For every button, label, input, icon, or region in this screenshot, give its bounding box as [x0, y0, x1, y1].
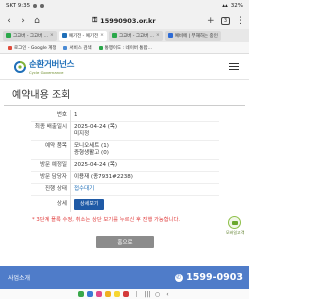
bookmark-icon — [98, 45, 103, 50]
forward-icon[interactable]: › — [19, 16, 27, 26]
browser-tab-active[interactable]: 예기전 - 예기전 × — [58, 30, 107, 41]
bookmark-label: 로그인 - Google 계정 — [14, 45, 57, 51]
status-badge: 접수대기 — [74, 186, 95, 192]
bookmark-item[interactable]: 로그인 - Google 계정 — [8, 45, 56, 51]
view-details-button[interactable]: 상세보기 — [74, 199, 105, 210]
chrome-app-icon[interactable] — [105, 291, 111, 297]
chat-icon — [227, 216, 241, 229]
tab-label: 예기전 - 예기전 — [68, 33, 99, 39]
row-key: 진행 상태 — [30, 183, 71, 196]
messages-app-icon[interactable] — [87, 291, 93, 297]
row-key: 번호 — [30, 110, 71, 122]
home-button[interactable]: 홈으로 — [96, 236, 154, 248]
hamburger-menu-icon[interactable] — [229, 62, 239, 71]
site-logo[interactable]: 순환거버넌스 Cycle Governance — [14, 58, 74, 75]
status-bar: SKT 9:35 ▴▴ 32% — [0, 0, 249, 12]
reservation-details-table: 번호 1 최종 배출일시 2025-04-24 (목) 미지정 예약 품목 모니… — [30, 110, 219, 212]
site-header: 순환거버넌스 Cycle Governance — [0, 54, 249, 80]
row-key: 최종 배출일시 — [30, 121, 71, 141]
back-nav-icon[interactable]: ‹ — [164, 291, 171, 298]
table-row: 상세 상세보기 — [30, 195, 219, 212]
bookmark-label: 서비스 검색 — [69, 45, 92, 51]
lock-icon: ⚿ — [92, 16, 98, 24]
battery-level: 32% — [230, 3, 243, 9]
row-value: 2025-04-24 (목) 미지정 — [74, 124, 118, 137]
tab-label: 그고버 - 그고버 ... — [13, 33, 49, 39]
favicon-icon — [6, 33, 11, 38]
add-tab-icon[interactable]: + — [207, 16, 215, 26]
favicon-icon — [167, 33, 173, 38]
status-time: SKT 9:35 — [6, 3, 31, 9]
address-bar[interactable]: ⚿ 15990903.or.kr — [47, 16, 201, 25]
browser-tab[interactable]: 그고버 - 그고버 ... × — [108, 30, 163, 41]
divider — [136, 291, 137, 297]
footer-link[interactable]: 사업소개 — [8, 273, 30, 282]
home-nav-icon[interactable]: ○ — [154, 291, 161, 298]
browser-tab[interactable]: 예비에 | 부재하는 중인 — [164, 30, 221, 41]
kakao-app-icon[interactable] — [114, 291, 120, 297]
table-row: 방문 예정일 2025-04-24 (목) — [30, 159, 219, 172]
row-value: 이용재 (종7931#2238) — [74, 174, 133, 180]
mobile-support-widget[interactable]: 모바일고객 — [226, 216, 245, 236]
bookmark-item[interactable]: 서비스 검색 — [63, 45, 92, 51]
bookmarks-bar: 로그인 - Google 계정 서비스 검색 통행이도 : 네이버 통합... — [0, 42, 249, 54]
notice-text: * 3단계 플록 수정, 취소는 상단 보기를 누르신 후 진행 가능합니다. — [32, 217, 181, 223]
favicon-icon — [111, 33, 117, 38]
close-icon[interactable]: × — [156, 33, 160, 38]
bookmark-icon — [63, 45, 68, 50]
row-key: 방문 예정일 — [30, 159, 71, 172]
bookmark-label: 통행이도 : 네이버 통합... — [104, 45, 152, 51]
table-row: 번호 1 — [30, 110, 219, 122]
tab-label: 그고버 - 그고버 ... — [118, 33, 154, 39]
bookmark-icon — [8, 45, 12, 50]
widget-label: 모바일고객 — [226, 230, 245, 235]
tab-count-button[interactable]: 3 — [220, 16, 230, 25]
logo-subtitle: Cycle Governance — [29, 70, 64, 75]
phone-number: 1599-0903 — [186, 272, 243, 283]
row-value: 1 — [74, 112, 78, 118]
phone-app-icon[interactable] — [78, 291, 84, 297]
back-icon[interactable]: ‹ — [5, 16, 13, 26]
table-row: 최종 배출일시 2025-04-24 (목) 미지정 — [30, 121, 219, 141]
favicon-icon — [61, 33, 67, 38]
notification-icon — [33, 4, 38, 8]
home-icon[interactable]: ⌂ — [33, 16, 41, 26]
row-key: 방문 담당자 — [30, 171, 71, 184]
url-text: 15990903.or.kr — [100, 16, 156, 25]
signal-icon: ▴▴ — [222, 3, 228, 9]
close-icon[interactable]: × — [50, 33, 54, 38]
more-menu-icon[interactable]: ⋮ — [236, 16, 245, 26]
tab-strip: 그고버 - 그고버 ... × 예기전 - 예기전 × 그고버 - 그고버 ..… — [0, 29, 249, 42]
browser-toolbar: ‹ › ⌂ ⚿ 15990903.or.kr + 3 ⋮ — [0, 12, 249, 29]
logo-icon — [14, 60, 26, 73]
page-title: 예약내용 조회 — [4, 80, 245, 106]
recents-icon[interactable]: ||| — [144, 291, 151, 298]
gallery-app-icon[interactable] — [96, 291, 102, 297]
row-key: 예약 품목 — [30, 140, 71, 160]
notification-icon — [40, 4, 45, 8]
bookmark-item[interactable]: 통행이도 : 네이버 통합... — [98, 45, 152, 51]
logo-title: 순환거버넌스 — [29, 60, 75, 70]
tab-label: 예비에 | 부재하는 중인 — [174, 33, 218, 39]
camera-app-icon[interactable] — [123, 291, 129, 297]
row-value: 2025-04-24 (목) — [74, 162, 118, 168]
table-row: 진행 상태 접수대기 — [30, 183, 219, 196]
phone-contact[interactable]: 1599-0903 — [175, 272, 243, 283]
row-key: 상세 — [30, 195, 71, 212]
phone-icon — [175, 273, 184, 282]
row-value: 모니오세트 (1) 증형생활고 (0) — [74, 143, 109, 156]
footer-bar: 사업소개 1599-0903 — [0, 266, 249, 289]
close-icon[interactable]: × — [100, 33, 104, 38]
table-row: 예약 품목 모니오세트 (1) 증형생활고 (0) — [30, 140, 219, 160]
table-row: 방문 담당자 이용재 (종7931#2238) — [30, 171, 219, 184]
android-nav-bar: ||| ○ ‹ — [0, 289, 249, 299]
browser-tab[interactable]: 그고버 - 그고버 ... × — [3, 30, 57, 41]
